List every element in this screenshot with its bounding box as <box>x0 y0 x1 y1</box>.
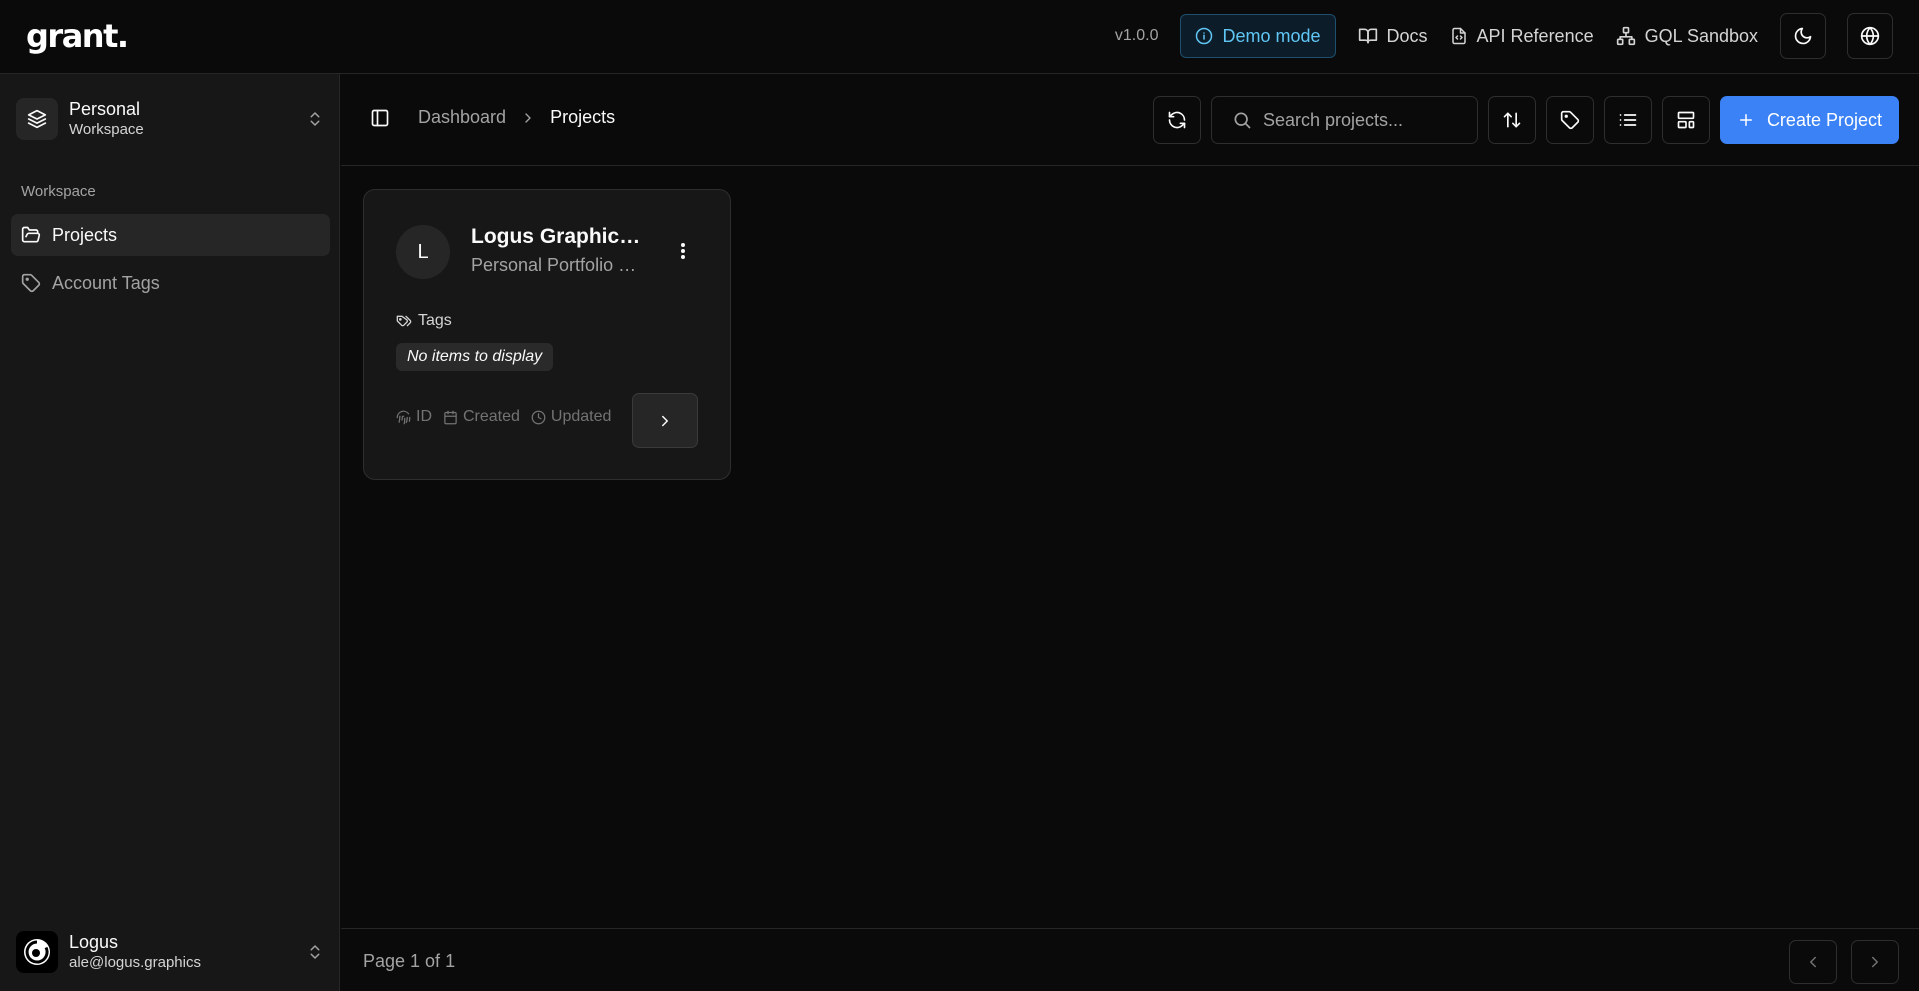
create-project-label: Create Project <box>1766 109 1882 130</box>
next-page-button[interactable] <box>1851 940 1899 984</box>
page-indicator: Page 1 of 1 <box>363 951 456 971</box>
meta-id[interactable]: ID <box>396 408 432 426</box>
user-name: Logus <box>69 932 119 953</box>
book-icon <box>1358 26 1378 46</box>
theme-toggle-button[interactable] <box>1780 13 1826 59</box>
list-icon <box>1619 114 1637 126</box>
list-view-button[interactable] <box>1603 96 1652 144</box>
tags-label: Tags <box>396 312 452 330</box>
sidebar-item-label: Projects <box>52 224 118 245</box>
docs-link[interactable]: Docs <box>1358 26 1428 47</box>
tag-filter-button[interactable] <box>1545 96 1594 144</box>
breadcrumb: Dashboard Projects <box>370 107 615 128</box>
layout-template-icon <box>1677 111 1695 129</box>
breadcrumb-dashboard[interactable]: Dashboard <box>418 107 506 128</box>
fingerprint-icon <box>396 410 411 424</box>
workspace-subtitle: Workspace <box>69 120 144 138</box>
logus-logo-icon <box>24 939 50 965</box>
tags-label-text: Tags <box>418 312 452 329</box>
demo-mode-label: Demo mode <box>1222 25 1321 46</box>
docs-label: Docs <box>1386 25 1428 46</box>
layers-icon <box>16 98 58 140</box>
sidebar-item-projects[interactable]: Projects <box>11 214 330 256</box>
more-vertical-icon <box>681 243 685 259</box>
sidebar-item-account-tags[interactable]: Account Tags <box>11 262 330 304</box>
chevron-right-icon <box>520 110 536 126</box>
sidebar-toggle-button[interactable] <box>370 108 390 128</box>
meta-created[interactable]: Created <box>443 408 520 426</box>
language-button[interactable] <box>1847 13 1893 59</box>
sidebar: Personal Workspace Workspace Projects Ac… <box>0 74 340 991</box>
project-description: Personal Portfolio website <box>471 255 646 275</box>
arrow-up-down-icon <box>1503 112 1521 128</box>
sort-button[interactable] <box>1487 96 1536 144</box>
api-reference-link[interactable]: API Reference <box>1450 26 1594 47</box>
app-logo[interactable]: grant. <box>26 16 129 56</box>
top-bar: grant. v1.0.0 Demo mode Docs API Referen… <box>0 0 1919 74</box>
user-email: ale@logus.graphics <box>69 953 201 971</box>
tags-icon <box>396 315 412 327</box>
avatar <box>16 931 58 973</box>
top-bar-actions: v1.0.0 Demo mode Docs API Reference GQL … <box>1115 12 1893 60</box>
layout-toggle-button[interactable] <box>1661 96 1710 144</box>
calendar-icon <box>444 410 457 424</box>
project-title: Logus Graphics Portfolio <box>471 225 646 248</box>
search-icon <box>1234 112 1251 129</box>
chevron-left-icon <box>1810 956 1816 968</box>
project-avatar: L <box>396 225 450 279</box>
search-box[interactable] <box>1210 96 1478 144</box>
open-project-button[interactable] <box>632 393 698 448</box>
project-card[interactable]: L Logus Graphics Portfolio Personal Port… <box>363 189 731 480</box>
toolbar: Create Project <box>1152 96 1899 144</box>
tag-icon <box>21 273 41 293</box>
gql-sandbox-label: GQL Sandbox <box>1644 25 1758 46</box>
meta-id-label: ID <box>416 408 432 425</box>
pagination-footer: Page 1 of 1 <box>341 928 1919 991</box>
refresh-button[interactable] <box>1152 96 1201 144</box>
pager <box>1789 940 1899 984</box>
tag-icon <box>1560 110 1580 130</box>
chevron-right-icon <box>662 415 668 426</box>
search-input[interactable] <box>1262 109 1463 131</box>
breadcrumb-projects: Projects <box>550 107 616 127</box>
tags-empty-badge: No items to display <box>396 343 554 371</box>
folder-open-icon <box>21 225 41 245</box>
previous-page-button[interactable] <box>1789 940 1837 984</box>
gql-sandbox-link[interactable]: GQL Sandbox <box>1616 26 1758 47</box>
sidebar-section-label: Workspace <box>21 183 96 200</box>
workspace-switcher[interactable]: Personal Workspace <box>16 95 328 143</box>
clock-icon <box>531 410 546 424</box>
info-icon <box>1195 27 1213 45</box>
chevrons-up-down-icon <box>306 109 324 129</box>
plus-icon <box>1739 114 1752 126</box>
workspace-name: Personal <box>69 99 141 120</box>
globe-icon <box>1860 26 1880 46</box>
user-menu[interactable]: Logus ale@logus.graphics <box>16 928 328 976</box>
chevrons-up-down-icon <box>306 942 324 962</box>
network-icon <box>1616 26 1636 46</box>
api-reference-label: API Reference <box>1476 25 1594 46</box>
moon-icon <box>1793 26 1813 46</box>
meta-created-label: Created <box>463 408 520 425</box>
version-label: v1.0.0 <box>1114 27 1159 44</box>
refresh-icon <box>1168 111 1186 129</box>
chevron-right-icon <box>1872 956 1878 968</box>
project-meta: ID Created Updated <box>396 408 611 426</box>
panel-left-icon <box>371 109 389 126</box>
meta-updated[interactable]: Updated <box>531 408 612 426</box>
create-project-button[interactable]: Create Project <box>1719 96 1899 144</box>
meta-updated-label: Updated <box>550 408 612 425</box>
sidebar-item-label: Account Tags <box>52 272 160 293</box>
project-actions-button[interactable] <box>673 238 693 264</box>
page-header: Dashboard Projects Create Project <box>341 74 1919 166</box>
file-code-icon <box>1450 26 1468 46</box>
demo-mode-badge[interactable]: Demo mode <box>1180 14 1336 58</box>
